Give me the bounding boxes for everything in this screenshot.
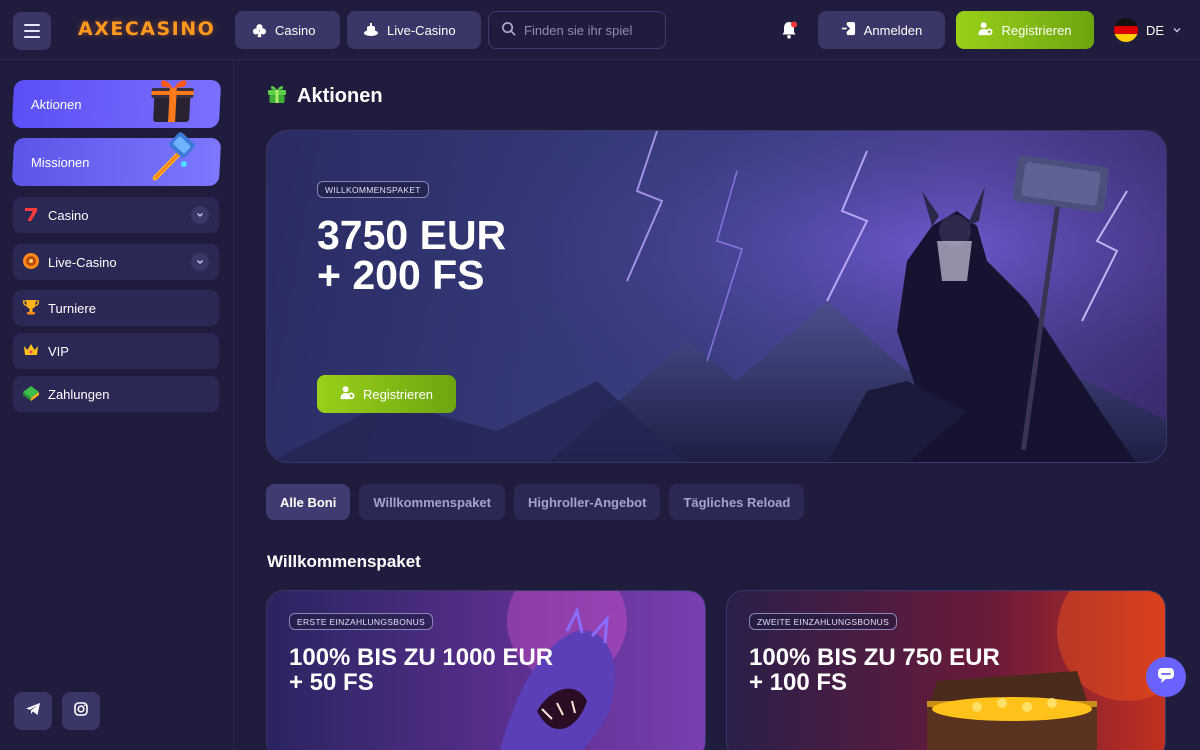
casino-nav-label: Casino — [275, 22, 316, 38]
sidebar-item-turniere[interactable]: Turniere — [13, 290, 219, 326]
card-title: 100% BIS ZU 750 EUR + 100 FS — [749, 645, 1079, 695]
trophy-icon — [22, 298, 40, 319]
club-suit-icon — [251, 22, 267, 38]
register-button[interactable]: Registrieren — [956, 11, 1094, 49]
menu-toggle-button[interactable] — [13, 12, 51, 50]
register-label: Registrieren — [1001, 22, 1072, 38]
hero-register-button[interactable]: Registrieren — [317, 375, 456, 413]
hero-title: 3750 EUR + 200 FS — [317, 212, 637, 298]
live-chat-button[interactable] — [1146, 657, 1186, 697]
card-title-line: + 50 FS — [289, 669, 374, 696]
hero-title-line: + 200 FS — [317, 252, 485, 298]
card-title-line: 100% BIS ZU 1000 EUR — [289, 644, 554, 671]
card-title: 100% BIS ZU 1000 EUR + 50 FS — [289, 645, 619, 695]
sidebar-item-vip[interactable]: VIP — [13, 333, 219, 369]
filter-tab-highroller[interactable]: Highroller-Angebot — [514, 484, 661, 520]
page-title-text: Aktionen — [297, 84, 383, 107]
search-input[interactable]: Finden sie ihr spiel — [488, 11, 666, 49]
chat-bubble-icon — [1156, 666, 1176, 689]
hero-title-line: 3750 EUR — [317, 212, 507, 258]
section-title: Willkommenspaket — [267, 552, 421, 571]
bonus-filter-tabs: Alle Boni Willkommenspaket Highroller-An… — [266, 484, 805, 520]
hero-badge: WILLKOMMENSPAKET — [317, 181, 429, 198]
filter-tab-willkommenspaket[interactable]: Willkommenspaket — [359, 484, 505, 520]
gift-box-icon — [145, 74, 200, 126]
dealer-icon — [363, 22, 379, 38]
page-title: Aktionen — [267, 82, 383, 110]
menu-icon-bar — [24, 30, 40, 32]
login-button[interactable]: Anmelden — [818, 11, 945, 49]
sidebar-item-label: Live-Casino — [48, 254, 117, 270]
sidebar-item-label: Turniere — [48, 300, 96, 316]
menu-icon-bar — [24, 36, 40, 38]
site-logo[interactable]: AXECASINO — [78, 18, 215, 42]
search-placeholder: Finden sie ihr spiel — [524, 22, 633, 38]
chevron-down-icon — [1172, 23, 1182, 38]
notification-bell-icon[interactable] — [781, 21, 797, 39]
login-label: Anmelden — [863, 22, 923, 38]
hero-register-label: Registrieren — [362, 386, 434, 402]
card-title-line: 100% BIS ZU 750 EUR — [749, 644, 1000, 671]
instagram-icon — [73, 701, 89, 722]
payment-icon — [22, 384, 40, 405]
sidebar-item-label: VIP — [48, 343, 69, 359]
roulette-icon — [22, 252, 40, 273]
live-casino-nav-label: Live-Casino — [387, 22, 456, 38]
sidebar-promo-aktionen[interactable]: Aktionen — [11, 80, 222, 128]
card-title-line: + 100 FS — [749, 669, 848, 696]
search-icon — [501, 21, 516, 39]
add-user-icon — [978, 21, 993, 39]
sidebar-item-live-casino[interactable]: Live-Casino — [13, 244, 219, 280]
sidebar-promo-label: Aktionen — [30, 96, 82, 112]
filter-tab-alle-boni[interactable]: Alle Boni — [266, 484, 351, 520]
casino-nav-button[interactable]: Casino — [235, 11, 340, 49]
instagram-button[interactable] — [62, 692, 100, 730]
language-selector[interactable]: DE — [1114, 18, 1182, 42]
sidebar-item-label: Casino — [48, 207, 89, 223]
sidebar-item-label: Zahlungen — [48, 386, 110, 402]
telegram-icon — [25, 701, 41, 722]
sidebar-promo-missionen[interactable]: Missionen — [11, 132, 222, 186]
telegram-button[interactable] — [14, 692, 52, 730]
germany-flag-icon — [1114, 18, 1138, 42]
bonus-card-second-deposit[interactable]: ZWEITE EINZAHLUNGSBONUS 100% BIS ZU 750 … — [726, 590, 1166, 750]
add-user-icon — [340, 385, 355, 403]
chevron-down-icon[interactable] — [191, 206, 209, 224]
top-header: AXECASINO Casino Live-Casino Finden sie … — [0, 0, 1200, 60]
sidebar-item-casino[interactable]: Casino — [13, 197, 219, 233]
card-badge: ZWEITE EINZAHLUNGSBONUS — [749, 613, 898, 630]
hero-banner: WILLKOMMENSPAKET 3750 EUR + 200 FS Regis… — [266, 130, 1167, 463]
seven-icon — [22, 205, 40, 226]
gift-icon — [267, 82, 287, 110]
crown-icon — [22, 341, 40, 362]
sidebar-promo-label: Missionen — [30, 154, 90, 170]
chevron-down-icon[interactable] — [191, 253, 209, 271]
hammer-icon — [145, 132, 200, 184]
language-code: DE — [1146, 22, 1165, 38]
sidebar-item-zahlungen[interactable]: Zahlungen — [13, 376, 219, 412]
sidebar: Aktionen Missionen Casino Live-Casino Tu… — [0, 60, 234, 750]
login-icon — [841, 21, 856, 39]
filter-tab-taegliches-reload[interactable]: Tägliches Reload — [669, 484, 805, 520]
live-casino-nav-button[interactable]: Live-Casino — [347, 11, 481, 49]
bonus-card-first-deposit[interactable]: ERSTE EINZAHLUNGSBONUS 100% BIS ZU 1000 … — [266, 590, 706, 750]
menu-icon-bar — [24, 24, 40, 26]
card-badge: ERSTE EINZAHLUNGSBONUS — [289, 613, 433, 630]
